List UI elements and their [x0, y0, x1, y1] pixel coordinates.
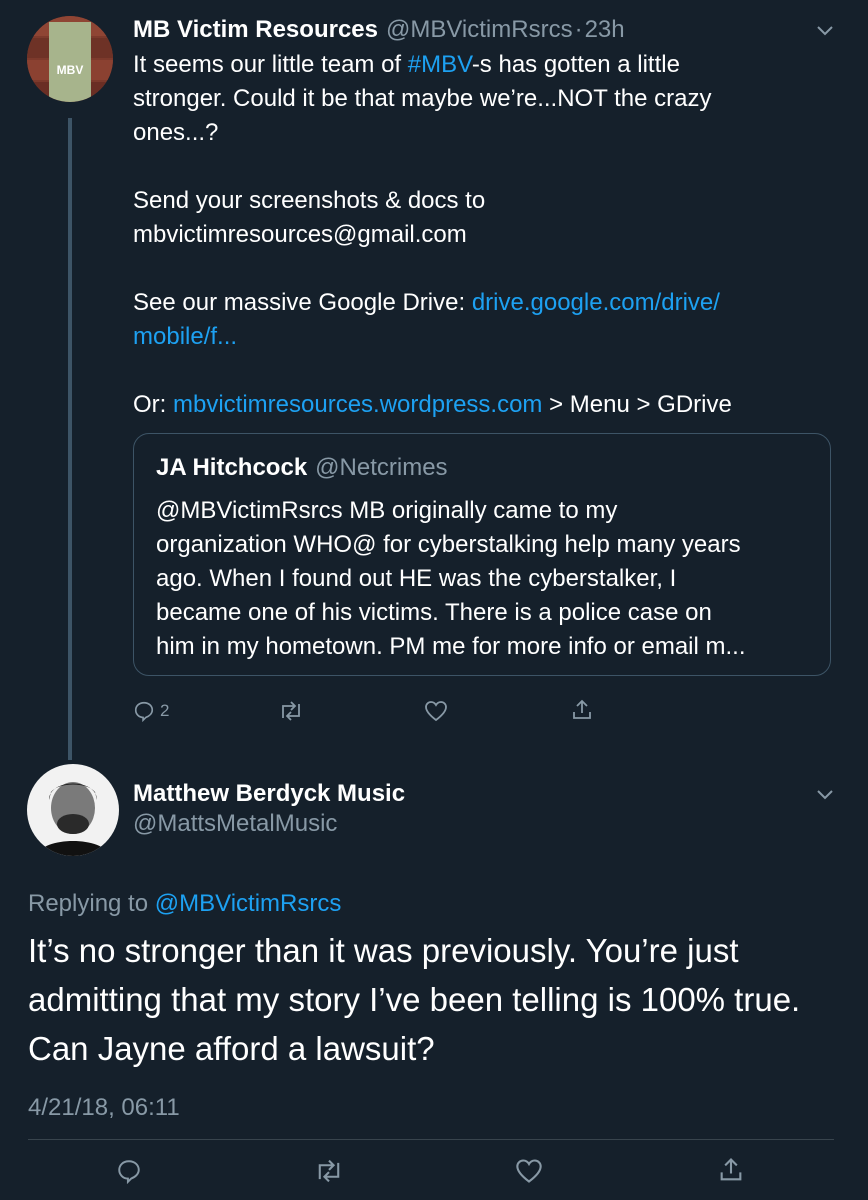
tweet-line: Can Jayne afford a lawsuit?	[28, 1030, 435, 1067]
replying-to-link[interactable]: @MBVictimRsrcs	[155, 890, 342, 917]
heart-icon	[425, 701, 447, 722]
tweet-line: admitting that my story I’ve been tellin…	[28, 981, 801, 1018]
quoted-tweet[interactable]: JA Hitchcock @Netcrimes @MBVictimRsrcs M…	[133, 433, 831, 676]
thread-line	[68, 118, 72, 760]
tweet-line: mbvictimresources@gmail.com	[133, 221, 467, 248]
chevron-down-icon[interactable]	[815, 24, 835, 43]
reply-icon	[134, 701, 154, 722]
quote-line: organization WHO@ for cyberstalking help…	[156, 531, 741, 558]
retweet-icon	[282, 701, 300, 721]
avatar-mb-victim-resources[interactable]: MBV	[27, 16, 113, 102]
tweet-line: See our massive Google Drive: drive.goog…	[133, 289, 720, 316]
share-button[interactable]	[717, 1156, 745, 1184]
avatar-logo-text: MBV	[57, 63, 84, 77]
author-handle[interactable]: @MBVictimRsrcs	[386, 16, 573, 44]
heart-icon	[516, 1159, 542, 1183]
like-button[interactable]	[515, 1158, 543, 1184]
quote-line: became one of his victims. There is a po…	[156, 599, 712, 626]
drive-link[interactable]: drive.google.com/drive/	[472, 289, 720, 316]
hashtag-link[interactable]: #MBV	[408, 51, 472, 78]
retweet-button[interactable]	[314, 1158, 344, 1184]
quote-author-name: JA Hitchcock	[156, 454, 308, 481]
tweet1-body: It seems our little team of #MBV-s has g…	[133, 48, 732, 422]
retweet-icon	[318, 1159, 340, 1183]
reply-icon	[118, 1160, 140, 1184]
tweet-timestamp[interactable]: 4/21/18, 06:11	[28, 1094, 180, 1122]
tweet-line: ones...?	[133, 119, 219, 146]
like-button[interactable]	[424, 700, 448, 722]
wordpress-link[interactable]: mbvictimresources.wordpress.com	[173, 391, 542, 418]
share-icon	[573, 699, 591, 719]
share-icon	[720, 1158, 742, 1181]
author-name[interactable]: MB Victim Resources	[133, 16, 378, 44]
tweet2-body: It’s no stronger than it was previously.…	[28, 926, 800, 1073]
avatar-matthew-berdyck[interactable]	[27, 764, 119, 856]
tweet-line: It’s no stronger than it was previously.…	[28, 932, 739, 969]
tweet-line: stronger. Could it be that maybe we’re..…	[133, 85, 712, 112]
divider	[28, 1139, 834, 1140]
quote-line: @MBVictimRsrcs MB originally came to my	[156, 497, 618, 524]
tweet-line: Or: mbvictimresources.wordpress.com > Me…	[133, 391, 732, 418]
quote-body: @MBVictimRsrcs MB originally came to my …	[156, 494, 746, 664]
tweet-line: mobile/f...	[133, 320, 732, 354]
retweet-button[interactable]	[278, 700, 304, 722]
quote-author-handle: @Netcrimes	[315, 454, 448, 481]
chevron-down-icon[interactable]	[815, 788, 835, 807]
reply-count: 2	[160, 701, 170, 720]
quote-header: JA Hitchcock @Netcrimes	[156, 454, 448, 482]
drive-link-cont[interactable]: mobile/f...	[133, 323, 237, 350]
replying-to: Replying to @MBVictimRsrcs	[28, 890, 342, 917]
tweet-line: Send your screenshots & docs to	[133, 187, 486, 214]
tweet1-header: MB Victim Resources @MBVictimRsrcs · 23h	[133, 16, 625, 44]
quote-line: him in my hometown. PM me for more info …	[156, 633, 746, 660]
reply-button[interactable]	[116, 1158, 142, 1184]
quote-line: ago. When I found out HE was the cyberst…	[156, 565, 677, 592]
reply-button[interactable]: 2	[133, 700, 169, 722]
author-handle[interactable]: @MattsMetalMusic	[133, 810, 337, 838]
share-button[interactable]	[570, 698, 594, 722]
tweet-line: It seems our little team of #MBV-s has g…	[133, 51, 680, 78]
separator-dot: ·	[574, 16, 583, 43]
author-name[interactable]: Matthew Berdyck Music	[133, 780, 405, 808]
tweet-time[interactable]: 23h	[585, 16, 625, 44]
